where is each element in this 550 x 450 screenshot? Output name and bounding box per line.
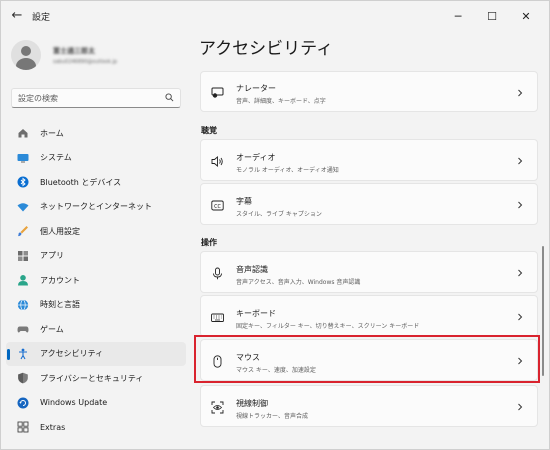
- card-subtitle: 音声アクセス、音声入力、Windows 音声認識: [236, 279, 361, 286]
- keyboard-icon: [211, 311, 224, 324]
- bluetooth-icon: [17, 176, 29, 188]
- sidebar-item-accounts[interactable]: アカウント: [6, 268, 186, 293]
- settings-window: ← 設定 ─ ☐ ✕ 富士通三郎太 sabu0246890@outlook.jp…: [0, 0, 550, 450]
- main-scrollbar[interactable]: [542, 246, 544, 376]
- microphone-icon: [211, 267, 224, 280]
- title-bar: ← 設定 ─ ☐ ✕: [1, 1, 549, 31]
- chevron-right-icon: [518, 313, 523, 321]
- monitor-icon: [17, 152, 29, 164]
- app-title: 設定: [32, 12, 51, 23]
- mouse-card[interactable]: マウス マウス キー、速度、加速設定: [200, 339, 538, 381]
- sidebar-item-label: ホーム: [40, 128, 64, 138]
- sidebar-item-personalization[interactable]: 個人用設定: [6, 219, 186, 244]
- home-icon: [17, 127, 29, 139]
- apps-icon: [17, 250, 29, 262]
- avatar: [11, 40, 41, 70]
- back-arrow-icon[interactable]: ←: [10, 9, 24, 23]
- accessibility-icon: [17, 348, 29, 360]
- speech-card[interactable]: 音声認識 音声アクセス、音声入力、Windows 音声認識: [200, 251, 538, 293]
- sidebar-item-gaming[interactable]: ゲーム: [6, 317, 186, 342]
- sidebar-item-label: プライバシーとセキュリティ: [40, 373, 144, 383]
- chevron-right-icon: [518, 89, 523, 97]
- sidebar-item-system[interactable]: システム: [6, 146, 186, 171]
- sidebar-item-label: システム: [40, 153, 72, 163]
- sidebar-item-label: アクセシビリティ: [40, 349, 104, 359]
- search-input[interactable]: [18, 93, 158, 103]
- window-controls: ─ ☐ ✕: [441, 1, 543, 31]
- speaker-icon: [211, 155, 224, 168]
- narrator-card[interactable]: ナレーター 音声、詳細度、キーボード、点字: [200, 71, 538, 112]
- eye-control-card[interactable]: 視線制御 視線トラッカー、音声合成: [200, 385, 538, 427]
- card-title: 字幕: [236, 197, 252, 206]
- profile-name: 富士通三郎太: [53, 46, 95, 55]
- sidebar-item-label: アプリ: [40, 251, 64, 261]
- captions-icon: CC: [211, 199, 224, 212]
- chevron-right-icon: [518, 403, 523, 411]
- sidebar-item-label: ゲーム: [40, 324, 64, 334]
- extras-icon: [17, 421, 29, 433]
- card-subtitle: マウス キー、速度、加速設定: [236, 367, 316, 374]
- sidebar-item-accessibility[interactable]: アクセシビリティ: [6, 341, 186, 366]
- sidebar-item-label: ネットワークとインターネット: [40, 202, 152, 212]
- profile-email: sabu0246890@outlook.jp: [53, 58, 118, 65]
- account-icon: [17, 274, 29, 286]
- captions-card[interactable]: CC 字幕 スタイル、ライブ キャプション: [200, 183, 538, 225]
- card-title: マウス: [236, 353, 260, 362]
- sidebar-item-label: Bluetooth とデバイス: [40, 177, 122, 187]
- sidebar-item-extras[interactable]: Extras: [6, 415, 186, 440]
- page-title: アクセシビリティ: [199, 39, 334, 59]
- mouse-icon: [211, 355, 224, 368]
- card-subtitle: 音声、詳細度、キーボード、点字: [236, 98, 326, 105]
- card-title: ナレーター: [236, 84, 276, 93]
- card-title: キーボード: [236, 309, 276, 318]
- card-title: オーディオ: [236, 153, 276, 162]
- globe-clock-icon: [17, 299, 29, 311]
- chevron-right-icon: [518, 157, 523, 165]
- card-title: 視線制御: [236, 399, 268, 408]
- maximize-button[interactable]: ☐: [475, 1, 509, 31]
- sidebar-item-label: 時刻と言語: [40, 300, 80, 310]
- sidebar-item-label: Windows Update: [40, 398, 108, 408]
- sidebar-item-network[interactable]: ネットワークとインターネット: [6, 195, 186, 220]
- sidebar-item-home[interactable]: ホーム: [6, 121, 186, 146]
- search-box[interactable]: [11, 88, 181, 108]
- section-hearing: 聴覚: [201, 126, 217, 135]
- search-icon: [165, 93, 174, 102]
- user-profile[interactable]: 富士通三郎太 sabu0246890@outlook.jp: [11, 40, 117, 70]
- sidebar-item-label: アカウント: [40, 275, 80, 285]
- shield-icon: [17, 372, 29, 384]
- sidebar-item-label: Extras: [40, 422, 66, 432]
- sidebar-item-label: 個人用設定: [40, 226, 80, 236]
- keyboard-card[interactable]: キーボード 固定キー、フィルター キー、切り替えキー、スクリーン キーボード: [200, 295, 538, 337]
- close-button[interactable]: ✕: [509, 1, 543, 31]
- sidebar-item-windows-update[interactable]: Windows Update: [6, 391, 186, 416]
- card-title: 音声認識: [236, 265, 268, 274]
- narrator-icon: [211, 86, 224, 99]
- svg-text:CC: CC: [214, 204, 221, 210]
- chevron-right-icon: [518, 201, 523, 209]
- sidebar-nav: ホーム システム Bluetooth とデバイス ネットワークとインターネット …: [6, 121, 186, 440]
- sidebar-item-privacy[interactable]: プライバシーとセキュリティ: [6, 366, 186, 391]
- brush-icon: [17, 225, 29, 237]
- sidebar-item-bluetooth[interactable]: Bluetooth とデバイス: [6, 170, 186, 195]
- chevron-right-icon: [518, 357, 523, 365]
- audio-card[interactable]: オーディオ モノラル オーディオ、オーディオ通知: [200, 139, 538, 181]
- minimize-button[interactable]: ─: [441, 1, 475, 31]
- update-icon: [17, 397, 29, 409]
- sidebar-item-apps[interactable]: アプリ: [6, 244, 186, 269]
- card-subtitle: 固定キー、フィルター キー、切り替えキー、スクリーン キーボード: [236, 323, 420, 330]
- card-subtitle: 視線トラッカー、音声合成: [236, 413, 308, 420]
- card-subtitle: スタイル、ライブ キャプション: [236, 211, 322, 218]
- eye-control-icon: [211, 401, 224, 414]
- wifi-icon: [17, 201, 29, 213]
- card-subtitle: モノラル オーディオ、オーディオ通知: [236, 167, 339, 174]
- sidebar-item-time-language[interactable]: 時刻と言語: [6, 293, 186, 318]
- gamepad-icon: [17, 323, 29, 335]
- chevron-right-icon: [518, 269, 523, 277]
- section-interaction: 操作: [201, 238, 217, 247]
